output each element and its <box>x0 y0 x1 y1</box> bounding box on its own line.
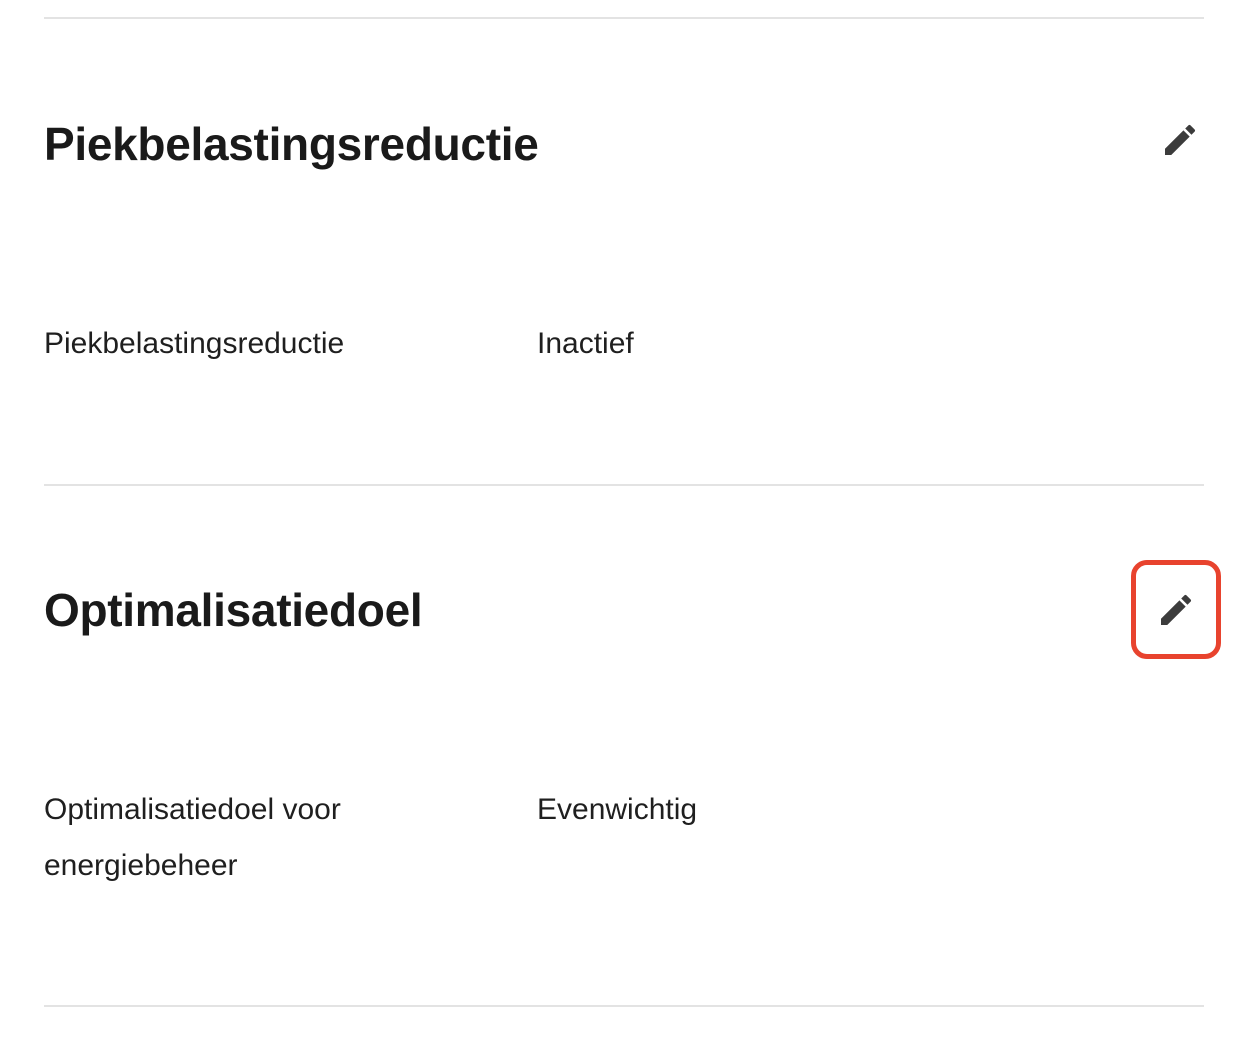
section-divider-bottom <box>44 1005 1204 1007</box>
setting-value: Evenwichtig <box>537 793 698 826</box>
pencil-icon <box>1165 124 1196 155</box>
section-title: Piekbelastingsreductie <box>44 118 539 170</box>
edit-button[interactable] <box>1138 93 1222 187</box>
setting-label: Piekbelastingsreductie <box>44 327 345 360</box>
setting-label: Optimalisatiedoel voor energiebeheer <box>44 793 341 882</box>
section-title: Optimalisatiedoel <box>44 584 423 636</box>
pencil-icon <box>1161 594 1192 625</box>
edit-button[interactable] <box>1131 560 1221 659</box>
section-divider <box>44 484 1204 486</box>
setting-value: Inactief <box>537 327 634 360</box>
section-divider-top <box>44 17 1204 19</box>
